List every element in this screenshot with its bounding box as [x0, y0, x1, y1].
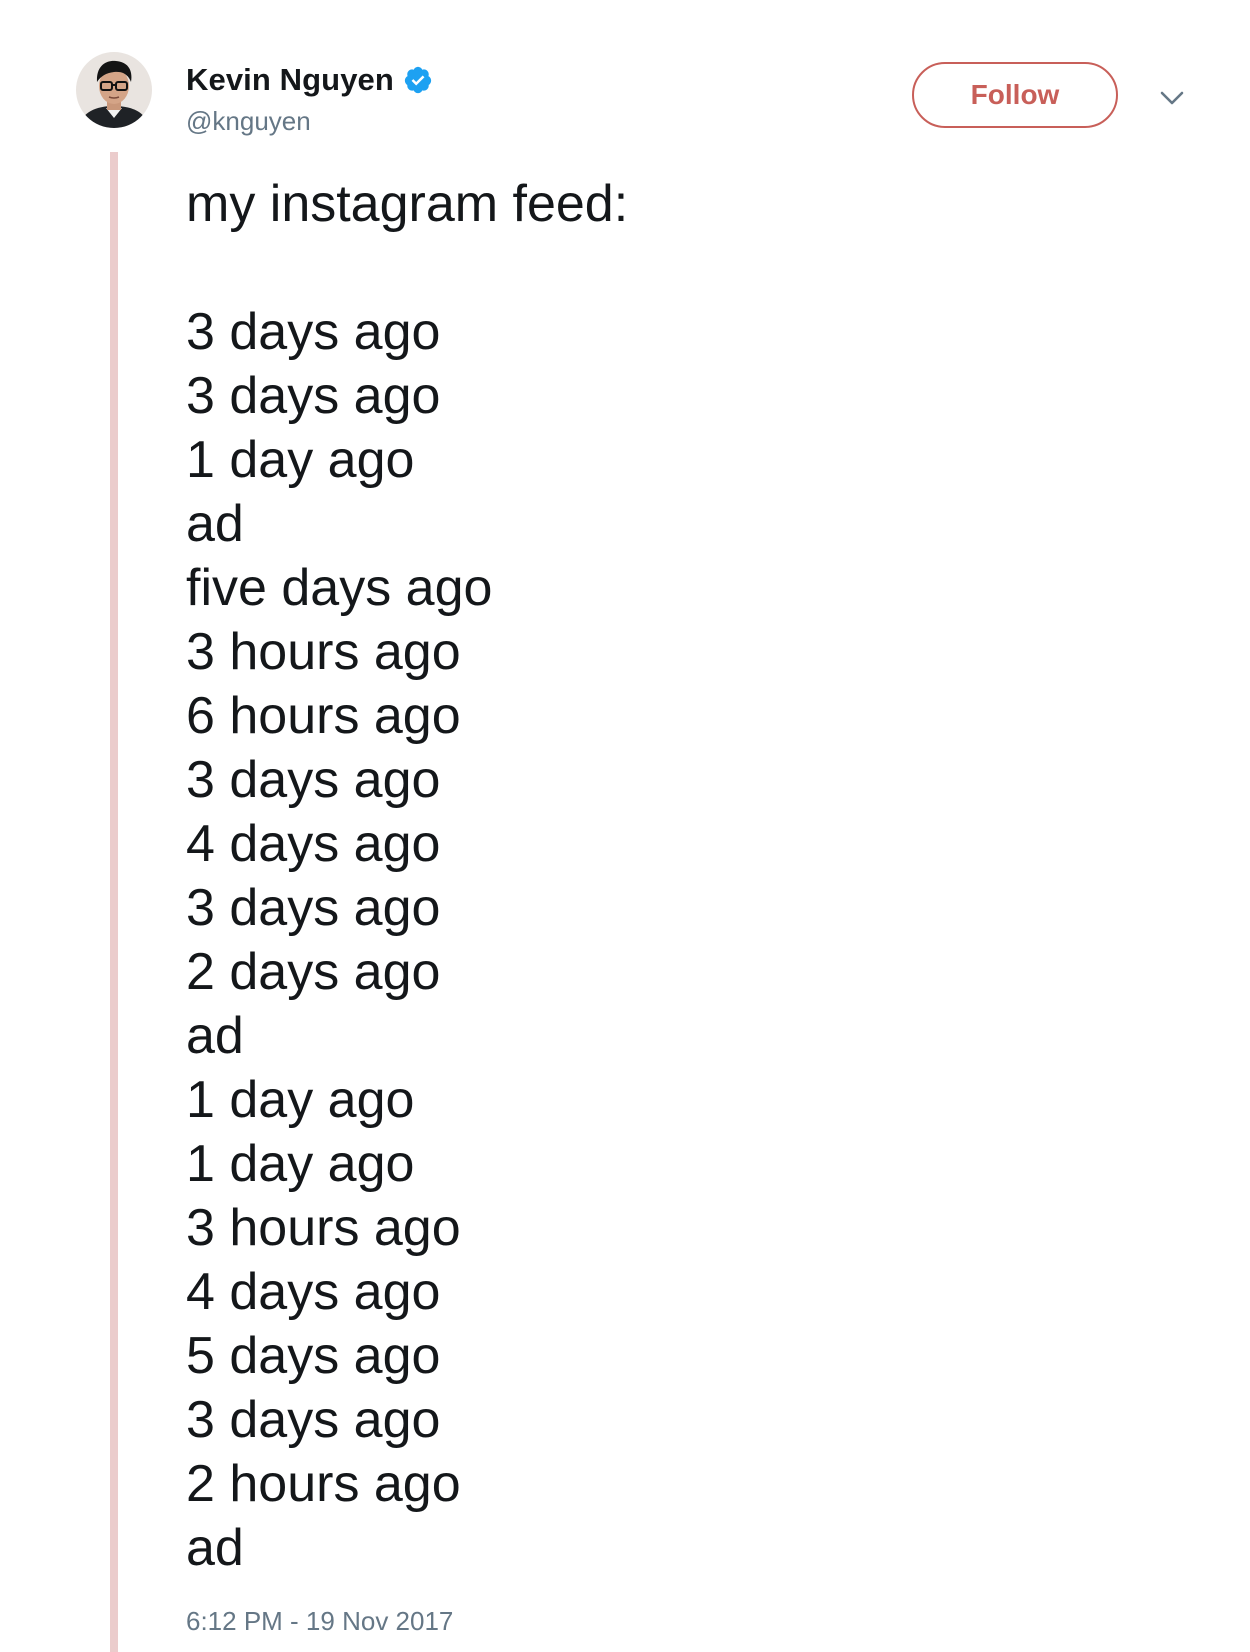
tweet-line: ad — [186, 1519, 244, 1577]
avatar-image — [76, 52, 152, 128]
tweet-line: 1 day ago — [186, 1071, 415, 1129]
tweet-line: 3 hours ago — [186, 623, 461, 681]
tweet-line: ad — [186, 1007, 244, 1065]
author-name-row: Kevin Nguyen — [186, 58, 433, 102]
tweet-timestamp[interactable]: 6:12 PM - 19 Nov 2017 — [186, 1606, 453, 1637]
tweet-line: 5 days ago — [186, 1327, 441, 1385]
tweet-line: 1 day ago — [186, 1135, 415, 1193]
author-display-name[interactable]: Kevin Nguyen — [186, 62, 394, 98]
tweet-text: my instagram feed: 3 days ago 3 days ago… — [186, 172, 1086, 1580]
tweet-line: 2 days ago — [186, 943, 441, 1001]
tweet-line: five days ago — [186, 559, 493, 617]
tweet-line: 2 hours ago — [186, 1455, 461, 1513]
tweet-line: ad — [186, 495, 244, 553]
tweet-line: 3 days ago — [186, 303, 441, 361]
tweet-line: 3 days ago — [186, 879, 441, 937]
tweet-line: 3 days ago — [186, 751, 441, 809]
follow-button[interactable]: Follow — [912, 62, 1118, 128]
tweet-first-line: my instagram feed: — [186, 175, 629, 233]
avatar[interactable] — [76, 52, 152, 128]
thread-line — [110, 152, 118, 1652]
tweet-line: 6 hours ago — [186, 687, 461, 745]
tweet-line: 3 days ago — [186, 367, 441, 425]
tweet-line: 1 day ago — [186, 431, 415, 489]
tweet-line: 3 days ago — [186, 1391, 441, 1449]
author-handle[interactable]: @knguyen — [186, 106, 311, 137]
tweet-line: 4 days ago — [186, 815, 441, 873]
chevron-down-icon[interactable] — [1158, 86, 1186, 110]
tweet-line: 3 hours ago — [186, 1199, 461, 1257]
verified-badge-icon — [404, 66, 432, 94]
tweet-line: 4 days ago — [186, 1263, 441, 1321]
